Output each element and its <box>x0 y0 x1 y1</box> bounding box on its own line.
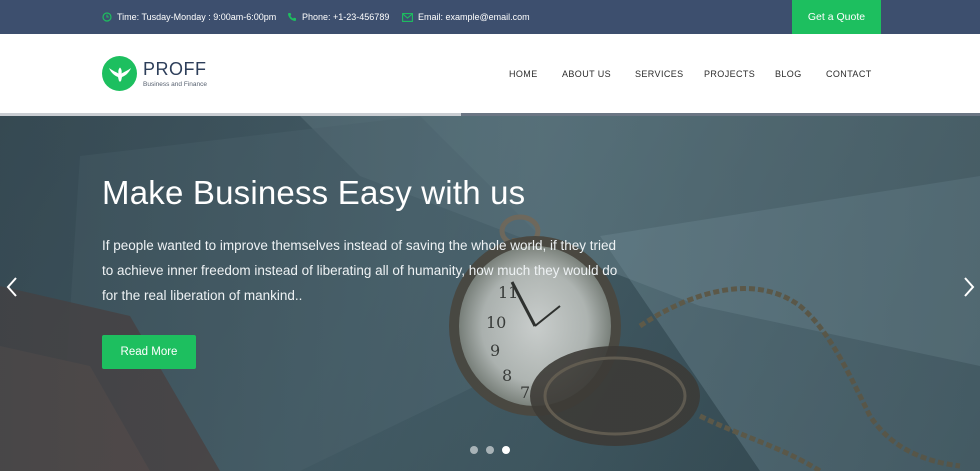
hero-description-line: to achieve inner freedom instead of libe… <box>102 263 618 278</box>
phone-icon <box>286 12 297 23</box>
chevron-left-icon <box>6 277 17 297</box>
nav-blog[interactable]: BLOG <box>775 69 802 79</box>
slider-dot-1[interactable] <box>470 446 478 454</box>
phone-text: Phone: +1-23-456789 <box>302 12 390 22</box>
business-hours-text: Time: Tusday-Monday : 9:00am-6:00pm <box>117 12 277 22</box>
hero-description-line: If people wanted to improve themselves i… <box>102 238 617 253</box>
phone-contact[interactable]: Phone: +1-23-456789 <box>286 0 389 34</box>
business-hours: Time: Tusday-Monday : 9:00am-6:00pm <box>101 0 276 34</box>
slider-dot-2[interactable] <box>486 446 494 454</box>
brand-name: PROFF <box>143 58 207 79</box>
read-more-button[interactable]: Read More <box>102 335 196 369</box>
slider-next-arrow[interactable] <box>961 276 977 298</box>
nav-about-us[interactable]: ABOUT US <box>562 69 611 79</box>
nav-home[interactable]: HOME <box>509 69 538 79</box>
nav-contact[interactable]: CONTACT <box>826 69 872 79</box>
slider-pagination <box>470 446 510 454</box>
brand-tagline: Business and Finance <box>143 80 207 88</box>
slider-dot-3[interactable] <box>502 446 510 454</box>
email-contact[interactable]: Email: example@email.com <box>402 0 530 34</box>
get-quote-button[interactable]: Get a Quote <box>792 0 881 34</box>
slider-prev-arrow[interactable] <box>4 276 20 298</box>
site-header: PROFF Business and Finance HOME ABOUT US… <box>0 34 980 113</box>
email-text: Email: example@email.com <box>418 12 530 22</box>
eagle-icon <box>102 56 137 91</box>
top-bar: Time: Tusday-Monday : 9:00am-6:00pm Phon… <box>0 0 980 34</box>
envelope-icon <box>402 12 413 23</box>
nav-services[interactable]: SERVICES <box>635 69 684 79</box>
clock-icon <box>101 12 112 23</box>
logo-text: PROFF Business and Finance <box>143 60 207 88</box>
chevron-right-icon <box>964 277 975 297</box>
hero-slider: 11 10 9 8 7 Make Business Easy with us I… <box>0 116 980 471</box>
hero-title: Make Business Easy with us <box>102 174 526 211</box>
site-logo[interactable]: PROFF Business and Finance <box>102 56 207 91</box>
hero-description: If people wanted to improve themselves i… <box>102 233 642 308</box>
nav-projects[interactable]: PROJECTS <box>704 69 755 79</box>
hero-description-line: for the real liberation of mankind.. <box>102 288 303 303</box>
